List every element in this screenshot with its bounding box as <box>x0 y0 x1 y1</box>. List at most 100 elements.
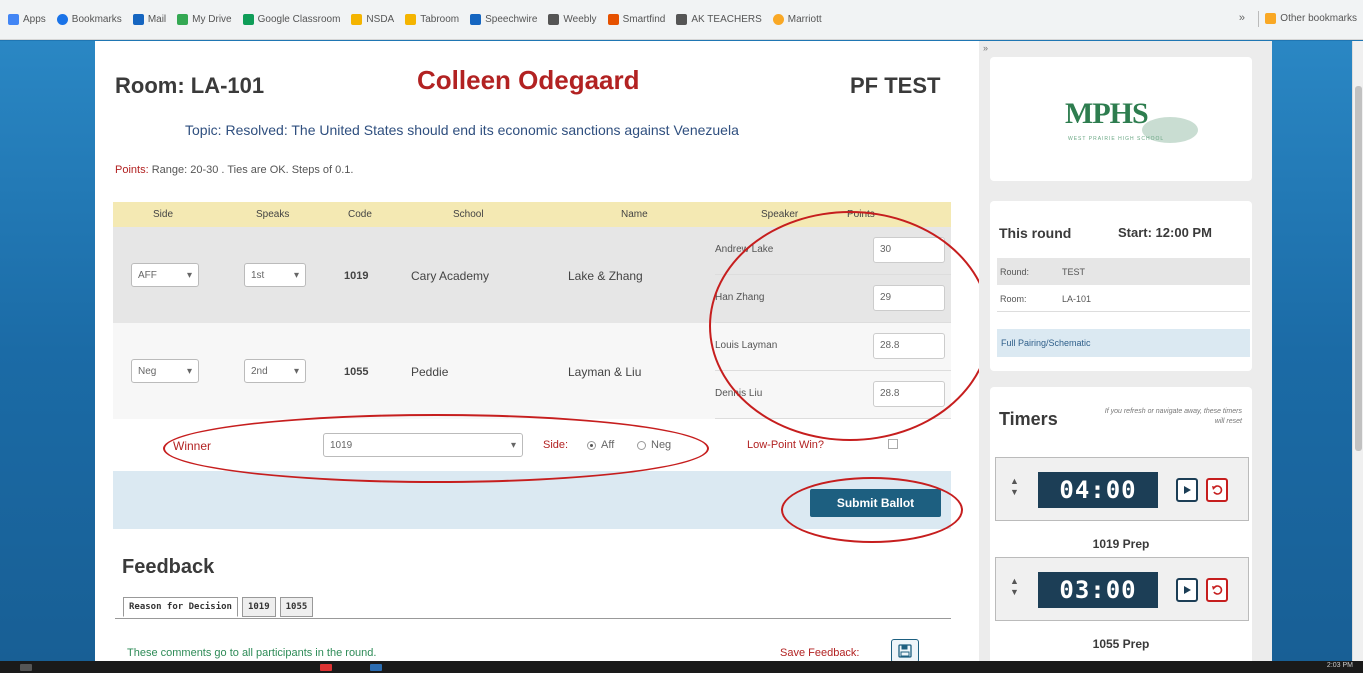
sidebar-toggle-icon[interactable]: » <box>983 43 988 53</box>
bookmark-google-classroom[interactable]: Google Classroom <box>242 14 340 25</box>
save-feedback-button[interactable] <box>891 639 919 663</box>
save-feedback-label: Save Feedback: <box>780 647 860 659</box>
full-pairing-schematic-link[interactable]: Full Pairing/Schematic <box>997 329 1250 357</box>
header-speaker: Speaker <box>761 209 799 220</box>
bookmark-mail[interactable]: Mail <box>132 14 166 25</box>
round-card-title: This round <box>999 225 1072 241</box>
submit-bar: Submit Ballot <box>113 471 951 529</box>
points-input[interactable]: 28.8 <box>873 381 945 407</box>
bookmark-bookmarks[interactable]: Bookmarks <box>56 14 122 25</box>
chevron-down-icon: ▾ <box>293 269 299 281</box>
header-side: Side <box>153 209 174 220</box>
side-select[interactable]: AFF ▾ <box>131 263 199 287</box>
tab-reason-for-decision[interactable]: Reason for Decision <box>123 597 238 617</box>
play-icon <box>1184 586 1191 594</box>
tab-1019[interactable]: 1019 <box>241 597 276 617</box>
timer-reset-button[interactable] <box>1206 578 1228 602</box>
page-background-left <box>0 41 95 661</box>
submit-ballot-button[interactable]: Submit Ballot <box>810 489 941 517</box>
drive-icon <box>177 14 189 25</box>
chevron-down-icon: ▾ <box>510 439 516 451</box>
star-icon <box>56 14 68 25</box>
speaker-row: Han Zhang 29 <box>715 275 951 323</box>
bookmark-ak-teachers[interactable]: AK TEACHERS <box>676 14 762 25</box>
aff-radio[interactable]: Aff <box>587 439 614 451</box>
speaker-name: Dennis Liu <box>715 388 763 399</box>
round-card: This round Start: 12:00 PM Round: TEST Ro… <box>990 201 1252 371</box>
table-row: AFF ▾ 1st ▾ 1019 Cary Academy Lake & Zhang… <box>113 227 951 323</box>
school-logo-subtitle: WEST PRAIRIE HIGH SCHOOL <box>1068 136 1165 142</box>
ballot-panel: Room: LA-101 Colleen Odegaard PF TEST To… <box>95 41 991 663</box>
play-icon <box>1184 486 1191 494</box>
points-input[interactable]: 28.8 <box>873 333 945 359</box>
bookmark-marriott[interactable]: Marriott <box>772 14 822 25</box>
timer-adjust-spinner[interactable]: ▲ ▼ <box>1010 476 1019 498</box>
speaks-select[interactable]: 2nd ▾ <box>244 359 306 383</box>
speaker-name: Louis Layman <box>715 340 778 351</box>
low-point-win-checkbox[interactable] <box>888 439 898 449</box>
neg-radio[interactable]: Neg <box>637 439 671 451</box>
timer-play-button[interactable] <box>1176 478 1198 502</box>
bookmarks-bar: Apps Bookmarks Mail My Drive Google Clas… <box>0 0 1363 40</box>
chevron-down-icon: ▾ <box>186 269 192 281</box>
timer-play-button[interactable] <box>1176 578 1198 602</box>
header-code: Code <box>348 209 372 220</box>
speaker-row: Dennis Liu 28.8 <box>715 371 951 419</box>
timer: ▲ ▼ 04:00 <box>995 457 1249 521</box>
winner-select[interactable]: 1019 ▾ <box>323 433 523 457</box>
points-rules: Points: Range: 20-30 . Ties are OK. Step… <box>115 164 353 176</box>
speaker-row: Andrew Lake 30 <box>715 227 951 275</box>
other-bookmarks[interactable]: Other bookmarks <box>1265 13 1357 24</box>
bookmark-weebly[interactable]: Weebly <box>548 14 597 25</box>
winner-row: Winner 1019 ▾ Side: Aff Neg Low-Point Win… <box>113 419 951 471</box>
smartfind-icon <box>607 14 619 25</box>
bookmark-nsda[interactable]: NSDA <box>351 14 394 25</box>
scrollbar-thumb[interactable] <box>1355 86 1362 451</box>
app-icon[interactable] <box>370 664 382 671</box>
os-taskbar: 2:03 PM <box>0 661 1363 673</box>
event-name: PF TEST <box>850 73 941 98</box>
chrome-icon[interactable] <box>320 664 332 671</box>
floppy-disk-icon <box>898 644 912 658</box>
bookmark-apps[interactable]: Apps <box>8 14 46 25</box>
points-input[interactable]: 29 <box>873 285 945 311</box>
team-school: Cary Academy <box>411 269 490 283</box>
bookmark-my-drive[interactable]: My Drive <box>177 14 232 25</box>
speaks-select[interactable]: 1st ▾ <box>244 263 306 287</box>
team-name: Layman & Liu <box>568 365 642 379</box>
chevron-down-icon: ▾ <box>186 365 192 377</box>
feedback-title: Feedback <box>122 556 215 578</box>
speechwire-icon <box>470 14 482 25</box>
timer-display: 04:00 <box>1038 472 1158 508</box>
team-school: Peddie <box>411 365 449 379</box>
timer-label: 1055 Prep <box>1092 637 1150 651</box>
ak-teachers-icon <box>676 14 688 25</box>
room-title: Room: LA-101 <box>115 73 265 98</box>
header-name: Name <box>621 209 648 220</box>
page-background-right <box>1272 41 1352 661</box>
timer-adjust-spinner[interactable]: ▲ ▼ <box>1010 576 1019 598</box>
room-info-row: Room: LA-101 <box>997 285 1250 312</box>
side-select[interactable]: Neg ▾ <box>131 359 199 383</box>
classroom-icon <box>242 14 254 25</box>
bookmark-tabroom[interactable]: Tabroom <box>405 14 459 25</box>
sidebar: » MPHS WEST PRAIRIE HIGH SCHOOL This rou… <box>979 41 1272 661</box>
bookmark-smartfind[interactable]: Smartfind <box>607 14 665 25</box>
header-points: Points <box>847 209 875 220</box>
header-speaks: Speaks <box>256 209 290 220</box>
apps-grid-icon <box>8 14 19 25</box>
marriott-icon <box>772 14 784 25</box>
chevron-down-icon: ▾ <box>293 365 299 377</box>
more-bookmarks-chevron-icon[interactable]: » <box>1239 12 1245 24</box>
team-code: 1055 <box>344 366 369 378</box>
page-scrollbar[interactable] <box>1352 41 1363 661</box>
bookmark-speechwire[interactable]: Speechwire <box>470 14 537 25</box>
tab-1055[interactable]: 1055 <box>279 597 314 617</box>
start-icon[interactable] <box>20 664 32 671</box>
radio-selected-icon <box>587 440 596 450</box>
timer-reset-button[interactable] <box>1206 478 1228 502</box>
timers-card: Timers If you refresh or navigate away, … <box>990 387 1252 661</box>
points-input[interactable]: 30 <box>873 237 945 263</box>
points-rule-text: Range: 20-30 . Ties are OK. Steps of 0.1… <box>151 164 354 176</box>
feedback-note: These comments go to all participants in… <box>127 647 377 659</box>
